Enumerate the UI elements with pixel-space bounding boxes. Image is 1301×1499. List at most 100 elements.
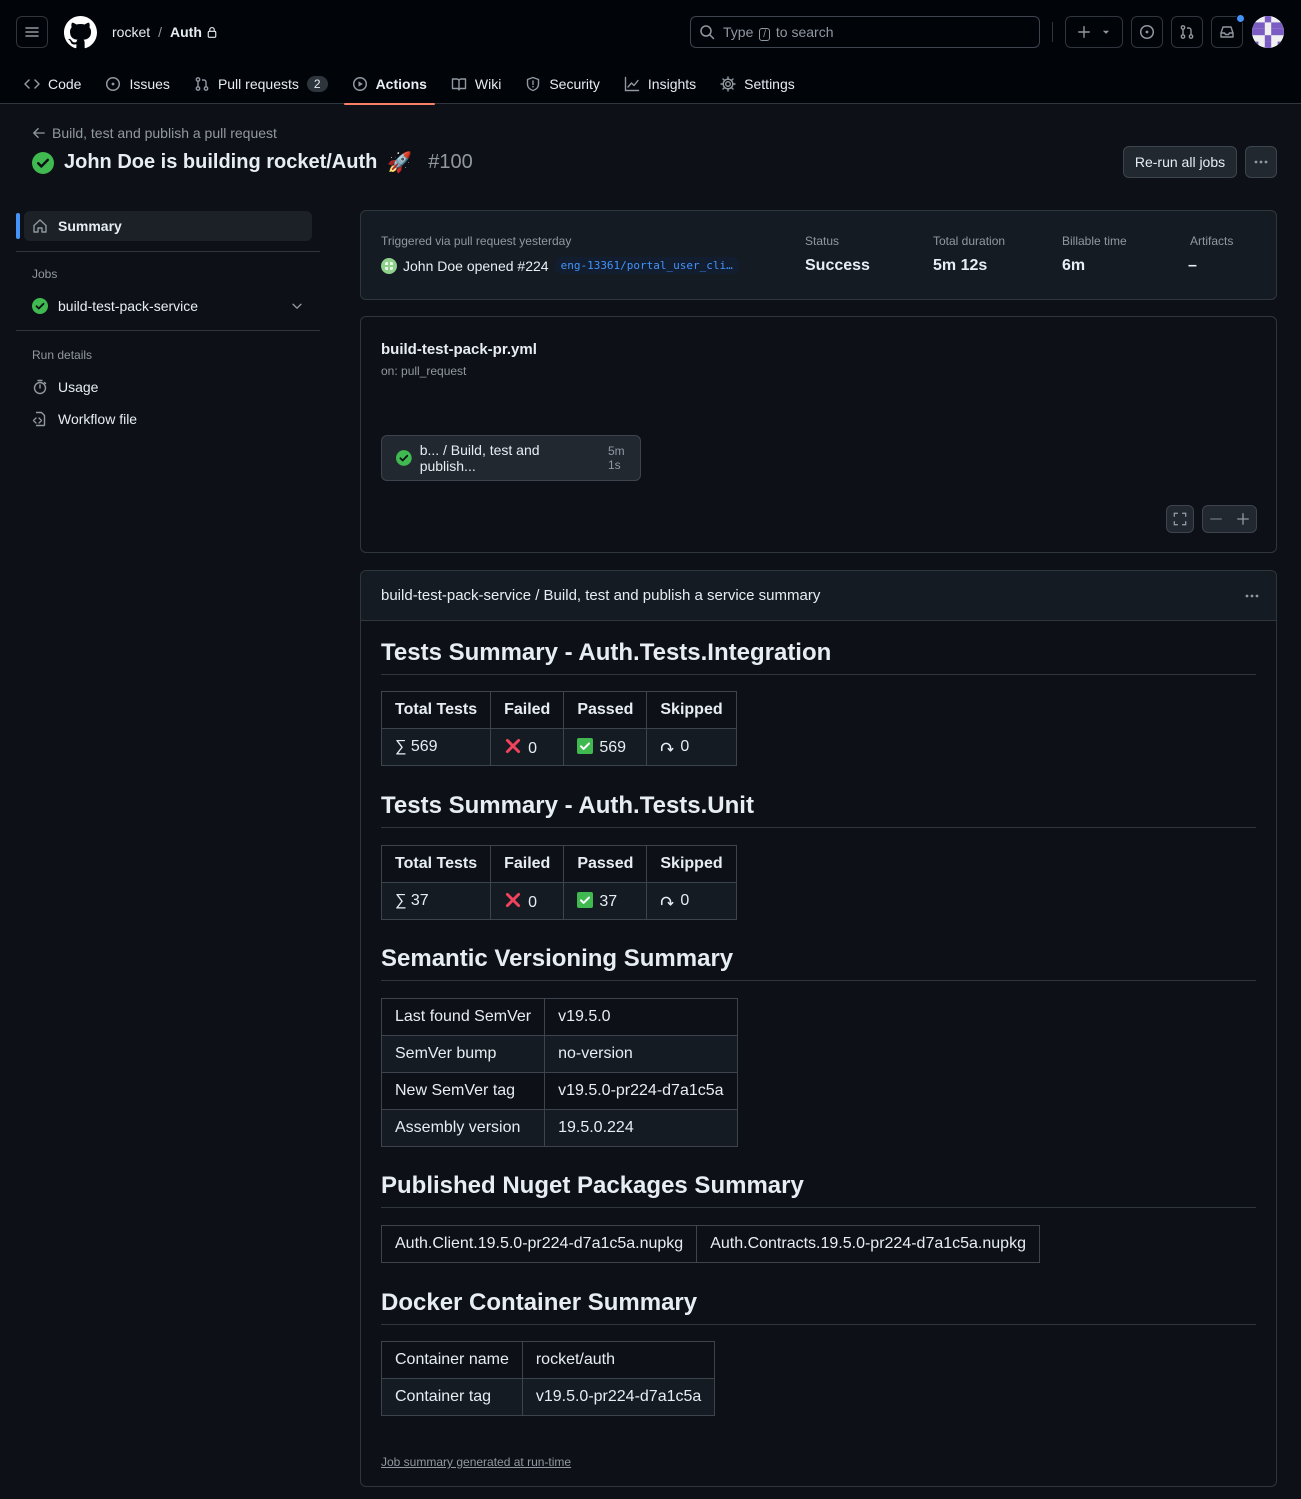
- tab-security[interactable]: Security: [517, 64, 608, 104]
- fullscreen-button[interactable]: [1166, 505, 1194, 533]
- sidebar-item-job[interactable]: build-test-pack-service: [32, 298, 304, 314]
- total-duration-label: Total duration: [933, 234, 1006, 248]
- gear-icon: [720, 76, 736, 92]
- sidebar-divider: [16, 251, 320, 252]
- menu-button[interactable]: [16, 16, 48, 48]
- workflow-trigger: on: pull_request: [381, 364, 467, 378]
- nuget-table: Auth.Client.19.5.0-pr224-d7a1c5a.nupkg A…: [380, 1225, 1040, 1263]
- table-row: ∑ 37 0 37 0: [380, 882, 737, 920]
- identicon-icon: [1252, 16, 1284, 48]
- workflow-file-name[interactable]: build-test-pack-pr.yml: [381, 341, 537, 358]
- graph-icon: [624, 76, 640, 92]
- tab-insights[interactable]: Insights: [616, 64, 704, 104]
- pull-requests-shortcut-button[interactable]: [1171, 16, 1203, 48]
- back-link-label: Build, test and publish a pull request: [52, 125, 277, 141]
- integration-tests-table: Total Tests Failed Passed Skipped ∑ 569 …: [380, 691, 737, 766]
- repo-breadcrumb: rocket / Auth: [112, 24, 218, 40]
- tab-actions[interactable]: Actions: [343, 64, 436, 105]
- sidebar-divider: [16, 330, 320, 331]
- screen-full-icon: [1173, 512, 1187, 526]
- integration-tests-heading: Tests Summary - Auth.Tests.Integration: [381, 639, 832, 666]
- issues-shortcut-button[interactable]: [1131, 16, 1163, 48]
- sidebar-job-label: build-test-pack-service: [58, 298, 199, 314]
- search-key: /: [759, 27, 771, 41]
- sidebar-item-workflow-file[interactable]: Workflow file: [32, 411, 137, 427]
- tab-insights-label: Insights: [647, 76, 697, 92]
- kebab-horizontal-icon[interactable]: [1244, 588, 1260, 604]
- col-passed: Passed: [563, 845, 648, 883]
- trigger-label: Triggered via pull request yesterday: [381, 234, 572, 248]
- artifacts-label: Artifacts: [1190, 234, 1234, 248]
- user-avatar[interactable]: [1252, 16, 1284, 48]
- tab-issues[interactable]: Issues: [97, 64, 177, 104]
- git-pull-request-icon: [195, 77, 209, 91]
- create-new-button[interactable]: [1065, 16, 1123, 48]
- kebab-horizontal-icon: [1254, 160, 1268, 164]
- tab-pull-requests[interactable]: Pull requests 2: [186, 64, 336, 104]
- docker-table: Container name rocket/auth Container tag v…: [381, 1341, 716, 1416]
- tab-issues-label: Issues: [129, 76, 170, 92]
- integration-failed: 0: [528, 739, 537, 757]
- chevron-down-icon[interactable]: [290, 299, 304, 313]
- breadcrumb-separator: /: [158, 24, 163, 40]
- zoom-in-icon[interactable]: [1236, 512, 1250, 526]
- skip-arrow-icon: [661, 742, 674, 752]
- job-summary-footnote-link[interactable]: Job summary generated at run-time: [381, 1455, 571, 1469]
- tab-settings-label: Settings: [744, 76, 795, 92]
- issue-opened-icon: [106, 76, 121, 92]
- table-row: ∑ 569 0 569 0: [380, 728, 737, 766]
- plus-icon: [1078, 26, 1090, 38]
- col-total-tests: Total Tests: [380, 691, 492, 729]
- semver-key: New SemVer tag: [380, 1072, 546, 1110]
- table-header-row: Total Tests Failed Passed Skipped: [380, 691, 737, 729]
- header-divider: [1052, 22, 1053, 42]
- table-row: Container tag v19.5.0-pr224-d7a1c5a: [381, 1378, 716, 1416]
- tab-wiki-label: Wiki: [474, 76, 502, 92]
- unit-tests-table: Total Tests Failed Passed Skipped ∑ 37 0…: [380, 845, 737, 920]
- search-input[interactable]: Type / to search: [690, 16, 1040, 48]
- rocket-emoji: 🚀: [387, 152, 413, 174]
- skip-arrow-icon: [661, 896, 674, 906]
- play-icon: [352, 76, 367, 92]
- workflow-job-duration: 5m 1s: [607, 444, 625, 472]
- rerun-all-jobs-button[interactable]: Re-run all jobs: [1123, 146, 1237, 178]
- integration-total: ∑ 569: [380, 728, 492, 766]
- zoom-controls: [1202, 505, 1257, 533]
- repo-name: Auth: [170, 24, 202, 40]
- actor-avatar-icon: [381, 257, 397, 274]
- sidebar-usage-label: Usage: [58, 379, 99, 395]
- run-title-text: John Doe is building rocket/Auth: [64, 151, 378, 173]
- unit-tests-heading: Tests Summary - Auth.Tests.Unit: [381, 792, 754, 819]
- hamburger-icon: [25, 27, 39, 37]
- stopwatch-icon: [33, 379, 47, 395]
- repo-tabs: Code Issues Pull requests 2 Actions Wiki…: [16, 64, 811, 105]
- tab-settings[interactable]: Settings: [712, 64, 803, 104]
- billable-time-value: 6m: [1062, 257, 1086, 274]
- docker-heading: Docker Container Summary: [381, 1289, 698, 1316]
- cross-mark-icon: [506, 892, 521, 907]
- sidebar-item-usage[interactable]: Usage: [32, 379, 98, 395]
- back-to-workflow-link[interactable]: Build, test and publish a pull request: [32, 125, 277, 141]
- run-more-options-button[interactable]: [1245, 146, 1277, 178]
- repo-link[interactable]: Auth: [170, 24, 218, 40]
- trigger-actor: John Doe opened #224 eng-13361/portal_us…: [381, 257, 739, 274]
- zoom-out-icon[interactable]: [1209, 512, 1223, 526]
- sidebar-item-summary[interactable]: Summary: [32, 218, 122, 234]
- status-value: Success: [805, 257, 870, 274]
- tab-code[interactable]: Code: [16, 64, 89, 104]
- home-icon: [33, 219, 47, 233]
- owner-link[interactable]: rocket: [112, 24, 150, 40]
- tab-wiki[interactable]: Wiki: [443, 64, 509, 104]
- semver-key: Assembly version: [380, 1109, 546, 1147]
- trigger-actor-text[interactable]: John Doe opened #224: [403, 258, 549, 274]
- table-row: New SemVer tag v19.5.0-pr224-d7a1c5a: [380, 1072, 738, 1110]
- check-circle-fill-icon: [32, 151, 54, 174]
- pull-requests-count-badge: 2: [306, 76, 328, 92]
- sidebar-run-details-heading: Run details: [32, 348, 93, 362]
- branch-label[interactable]: eng-13361/portal_user_cli…: [554, 257, 739, 274]
- workflow-job-node[interactable]: b... / Build, test and publish... 5m 1s: [381, 435, 641, 481]
- github-logo-icon[interactable]: [64, 16, 97, 49]
- table-row: Assembly version 19.5.0.224: [380, 1109, 738, 1147]
- nuget-package: Auth.Contracts.19.5.0-pr224-d7a1c5a.nupk…: [696, 1225, 1040, 1263]
- tab-actions-label: Actions: [375, 76, 427, 92]
